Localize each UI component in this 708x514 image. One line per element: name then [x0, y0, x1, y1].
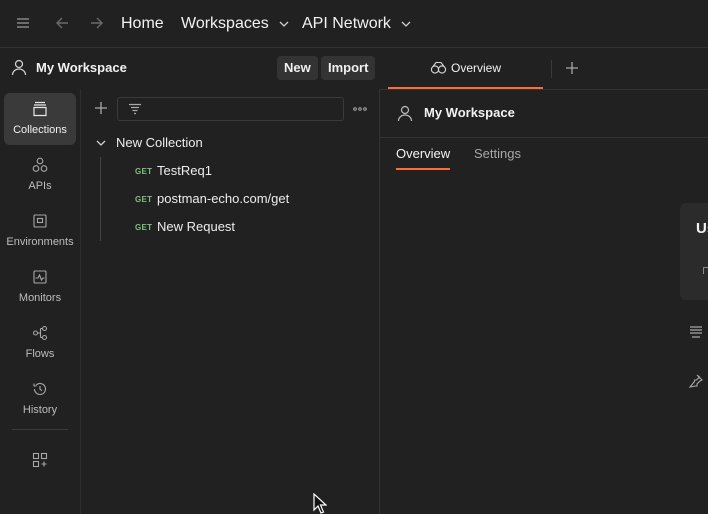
workspace-header: My Workspace New Import — [0, 48, 380, 89]
new-button[interactable]: New — [277, 56, 318, 80]
tab-label: Overview — [451, 61, 502, 75]
nav-item-collections[interactable]: Collections — [4, 93, 76, 145]
filter-icon — [128, 103, 142, 115]
workspaces-label: Workspaces — [181, 15, 269, 32]
page-title[interactable]: My Workspace — [424, 105, 515, 120]
collection-item[interactable]: New Collection — [81, 131, 379, 155]
forward-arrow-icon[interactable] — [89, 16, 105, 30]
method-badge: GET — [135, 223, 153, 232]
monitors-icon — [32, 269, 48, 285]
nav-label: APIs — [28, 180, 52, 192]
card-title: Us — [696, 220, 708, 237]
method-badge: GET — [135, 195, 153, 204]
search-input[interactable] — [117, 97, 344, 121]
collections-sidebar: New Collection GET TestReq1 GET postman-… — [81, 89, 380, 514]
divider — [551, 60, 552, 78]
method-badge: GET — [135, 167, 153, 176]
nav-label: Flows — [25, 348, 55, 360]
menu-icon[interactable] — [16, 17, 30, 29]
add-icon[interactable] — [94, 101, 108, 115]
nav-item-flows[interactable]: Flows — [4, 317, 76, 369]
nav-label: History — [22, 404, 58, 416]
pin-icon[interactable] — [689, 374, 703, 388]
active-tab-indicator — [388, 87, 543, 89]
sidebar-nav: Collections APIs Environments Monitors F… — [0, 89, 81, 514]
tab-overview[interactable]: Overview — [388, 48, 543, 89]
list-item[interactable]: GET New Request — [81, 215, 379, 239]
nav-label: Monitors — [18, 292, 62, 304]
divider — [12, 429, 68, 430]
nav-item-monitors[interactable]: Monitors — [4, 261, 76, 313]
list-item[interactable]: GET postman-echo.com/get — [81, 187, 379, 211]
more-options-icon[interactable] — [353, 107, 367, 111]
active-subtab-indicator — [396, 168, 450, 170]
chevron-down-icon — [401, 21, 411, 27]
nav-item-environments[interactable]: Environments — [4, 205, 76, 257]
description-icon[interactable] — [689, 325, 703, 339]
request-name: postman-echo.com/get — [157, 191, 290, 206]
overview-header: My Workspace — [380, 90, 708, 138]
history-icon — [32, 381, 48, 397]
api-network-label: API Network — [302, 15, 391, 32]
workspaces-menu[interactable]: Workspaces — [181, 0, 289, 47]
subtab-overview[interactable]: Overview — [396, 146, 450, 161]
user-icon — [397, 105, 413, 122]
info-card: Us — [680, 203, 708, 300]
nav-label: Environments — [6, 236, 74, 248]
card-icon — [703, 267, 708, 274]
user-icon — [11, 59, 27, 76]
subtab-settings[interactable]: Settings — [474, 146, 521, 161]
nav-item-apis[interactable]: APIs — [4, 149, 76, 201]
collections-icon — [32, 101, 48, 117]
import-button[interactable]: Import — [321, 56, 376, 80]
tab-bar: Overview — [380, 48, 708, 90]
environments-icon — [32, 213, 48, 229]
overview-icon — [430, 61, 447, 75]
nav-item-history[interactable]: History — [4, 373, 76, 425]
apis-icon — [32, 157, 48, 173]
chevron-down-icon — [96, 140, 106, 146]
cursor-icon — [313, 493, 327, 514]
back-arrow-icon[interactable] — [54, 16, 70, 30]
chevron-down-icon — [279, 21, 289, 27]
new-tab-icon[interactable] — [565, 61, 579, 75]
request-name: TestReq1 — [157, 163, 212, 178]
configure-sidebar-icon[interactable] — [32, 452, 48, 468]
flows-icon — [32, 325, 48, 341]
workspace-name[interactable]: My Workspace — [36, 60, 127, 75]
request-name: New Request — [157, 219, 236, 234]
top-bar: Home Workspaces API Network — [0, 0, 708, 48]
collection-name: New Collection — [116, 135, 203, 150]
list-item[interactable]: GET TestReq1 — [81, 159, 379, 183]
api-network-menu[interactable]: API Network — [302, 0, 411, 47]
nav-label: Collections — [13, 124, 67, 136]
home-link[interactable]: Home — [121, 0, 164, 47]
